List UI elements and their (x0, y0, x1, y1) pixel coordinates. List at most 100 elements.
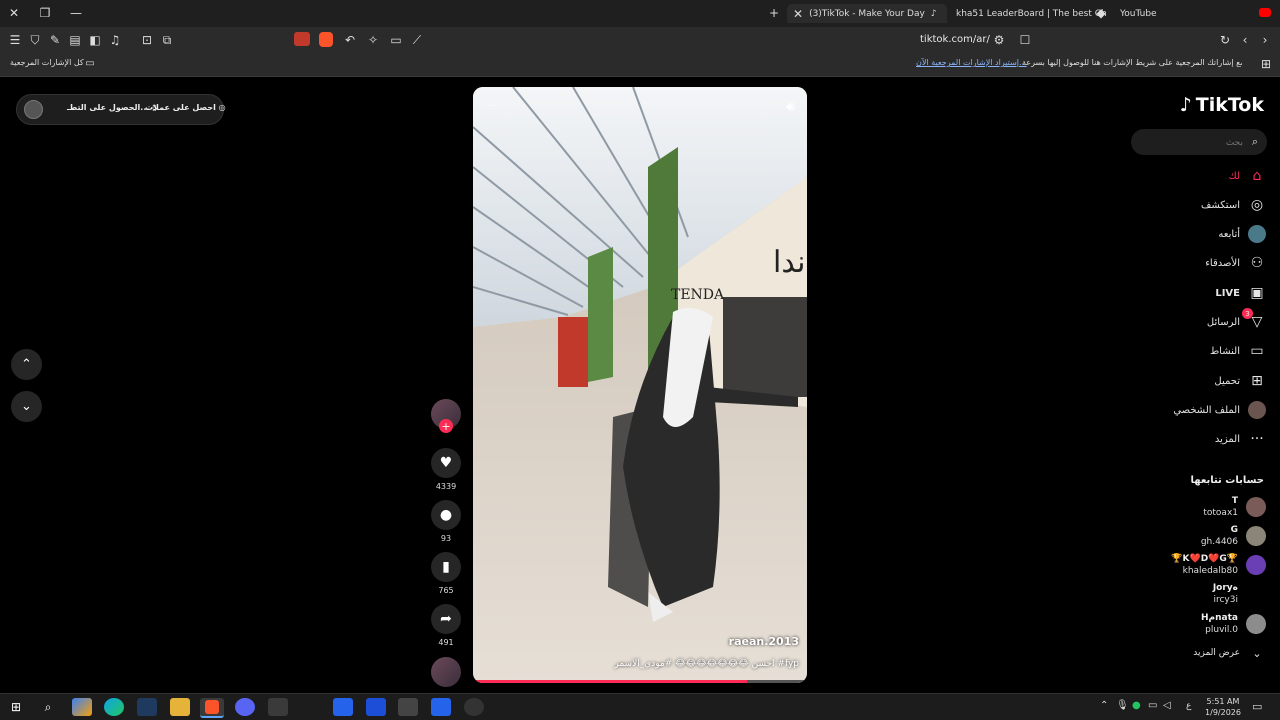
tray-app-icon[interactable]: ● (1132, 700, 1141, 711)
close-window-icon[interactable]: ✕ (8, 6, 20, 20)
search-icon[interactable]: ⌕ (1248, 135, 1262, 149)
comment-action[interactable]: ● 93 (431, 500, 461, 543)
discord-icon[interactable] (235, 698, 255, 716)
bookmarks-prompt: ضع إشاراتك المرجعية على شريط الإشارات هن… (1022, 58, 1242, 67)
sound-disc-icon[interactable] (431, 657, 461, 687)
pip-icon[interactable]: ▭ (389, 33, 403, 47)
back-icon[interactable]: ‹ (1238, 33, 1252, 47)
activity-icon: ▭ (1250, 343, 1264, 359)
get-coins-button[interactable]: احصل على عملات ◎ (145, 103, 226, 112)
magic-icon[interactable]: ✧ (366, 33, 380, 47)
search-icon[interactable]: ⌕ (38, 698, 58, 716)
comment-icon[interactable]: ● (431, 500, 461, 530)
reload-icon[interactable]: ↻ (1218, 33, 1232, 47)
clock[interactable]: 5:51 AM 1/9/2026 (1200, 696, 1246, 718)
tabs-icon[interactable]: ▤ (68, 33, 82, 47)
volume-icon[interactable]: 🔊︎ (786, 99, 795, 115)
mic-icon[interactable]: 🎙︎ (1116, 700, 1129, 711)
nav-activity[interactable]: النشاط ▭ (1210, 342, 1266, 360)
nav-live[interactable]: LIVE ▣ (1215, 284, 1266, 302)
url-text[interactable]: tiktok.com/ar/ (920, 34, 990, 45)
search-box[interactable]: ⌕ (1131, 129, 1267, 155)
tray-chevron-icon[interactable]: ⌃ (1100, 700, 1108, 711)
follow-plus-icon[interactable]: + (439, 419, 453, 433)
share-action[interactable]: ➦ 491 (431, 604, 461, 647)
music-icon[interactable]: ♫ (108, 33, 122, 47)
see-more-label: عرض المزيد (1193, 648, 1240, 658)
all-bookmarks-label[interactable]: كل الإشارات المرجعية (10, 58, 84, 67)
new-tab-icon[interactable]: + (768, 6, 780, 20)
search-input[interactable] (1141, 133, 1245, 153)
nav-more[interactable]: المزيد ··· (1215, 430, 1266, 448)
brave-taskbar-icon[interactable] (200, 698, 224, 718)
following-item[interactable]: Ttotoax1 (1203, 495, 1266, 519)
app-icon-5[interactable] (464, 698, 484, 716)
volume-icon[interactable]: ◁ (1163, 700, 1171, 711)
network-icon[interactable]: ▭ (1148, 700, 1157, 711)
start-icon[interactable]: ⊞ (6, 698, 26, 716)
nav-following[interactable]: أتابعه (1218, 225, 1266, 243)
forward-icon[interactable]: › (1258, 33, 1272, 47)
app-icon-2[interactable] (366, 698, 386, 716)
import-bookmarks-link[interactable]: إستيراد الإشارات المرجعية الآن... (916, 58, 1027, 67)
restore-window-icon[interactable]: ❐ (39, 6, 51, 20)
get-app-button[interactable]: الحصول على التطـ... ▯ (67, 103, 157, 112)
brave-shield-icon[interactable] (319, 32, 333, 47)
avatar-icon (1248, 225, 1266, 243)
tiktok-logo[interactable]: ♪ TikTok (1180, 94, 1264, 116)
sidebar-icon[interactable]: ◧ (88, 33, 102, 47)
extension-badge-icon[interactable] (294, 32, 310, 46)
user-avatar[interactable] (24, 100, 43, 119)
nav-label: الأصدقاء (1205, 257, 1240, 269)
file-explorer-icon[interactable] (170, 698, 190, 716)
extensions-icon[interactable]: ⧉ (160, 33, 174, 47)
tab-tiktok[interactable]: ✕ (3)TikTok - Make Your Day ♪ (787, 4, 947, 23)
undo-icon[interactable]: ↶ (343, 33, 357, 47)
video-progress-track[interactable] (473, 680, 807, 683)
nav-for-you[interactable]: لك ⌂ (1229, 167, 1266, 185)
previous-video-button[interactable]: ⌃ (11, 349, 42, 380)
language-indicator[interactable]: ع (1186, 701, 1191, 711)
like-action[interactable]: ♥ 4339 (431, 448, 461, 491)
apps-grid-icon[interactable]: ⊞ (1259, 57, 1273, 71)
bookmark-icon[interactable]: ☐ (1018, 33, 1032, 47)
more-options-icon[interactable]: ··· (487, 101, 497, 112)
store-icon[interactable] (268, 698, 288, 716)
see-more-button[interactable]: عرض المزيد ⌄ (1193, 644, 1266, 662)
app-icon-3[interactable] (398, 698, 418, 716)
following-item[interactable]: Joryه ircy3i (1213, 582, 1266, 606)
share-icon[interactable]: ➦ (431, 604, 461, 634)
video-player[interactable]: ندا TENDA 🔊︎ ··· raean.2013 احسن 😂😂😂😂😂😂😂… (473, 87, 807, 683)
steam-icon[interactable] (137, 698, 157, 716)
nav-messages[interactable]: الرسائل ▽ 3 (1207, 308, 1266, 331)
next-video-button[interactable]: ⌄ (11, 391, 42, 422)
tab-youtube[interactable]: YouTube (1120, 4, 1260, 23)
nav-friends[interactable]: الأصدقاء ⚇ (1205, 254, 1266, 272)
following-item[interactable]: Ggh.4406 (1201, 524, 1266, 548)
app-icon-1[interactable] (333, 698, 353, 716)
copilot-icon[interactable] (72, 698, 92, 716)
nav-label: LIVE (1215, 287, 1240, 299)
nav-explore[interactable]: استكشف ◎ (1201, 196, 1266, 214)
app-icon-4[interactable] (431, 698, 451, 716)
site-settings-icon[interactable]: ⚙ (992, 33, 1006, 47)
heart-icon[interactable]: ♥ (431, 448, 461, 478)
notifications-icon[interactable]: ▭ (1252, 700, 1262, 713)
menu-icon[interactable]: ☰ (8, 33, 22, 47)
video-username[interactable]: raean.2013 (729, 635, 799, 648)
following-item[interactable]: 🏆K❤️D❤️G🏆 khaledalb80 (1171, 553, 1266, 577)
tab-leaderboard[interactable]: kha51 LeaderBoard | The best ChatB... (956, 4, 1106, 23)
following-item[interactable]: Hمnata pluvil.0 (1201, 612, 1266, 636)
shield-icon[interactable]: ⛉ (28, 33, 42, 47)
pen-icon[interactable]: ✎ (48, 33, 62, 47)
close-tab-icon[interactable]: ✕ (793, 7, 803, 21)
chart-icon[interactable]: ⟋ (410, 33, 424, 47)
save-action[interactable]: ▮ 765 (431, 552, 461, 595)
screenshot-icon[interactable]: ⊡ (140, 33, 154, 47)
folder-icon[interactable]: ▭ (84, 57, 96, 69)
edge-icon[interactable] (104, 698, 124, 716)
bookmark-icon[interactable]: ▮ (431, 552, 461, 582)
nav-upload[interactable]: تحميل ⊞ (1214, 372, 1266, 390)
minimize-window-icon[interactable]: — (70, 6, 82, 20)
nav-profile[interactable]: الملف الشخصي (1173, 401, 1266, 419)
